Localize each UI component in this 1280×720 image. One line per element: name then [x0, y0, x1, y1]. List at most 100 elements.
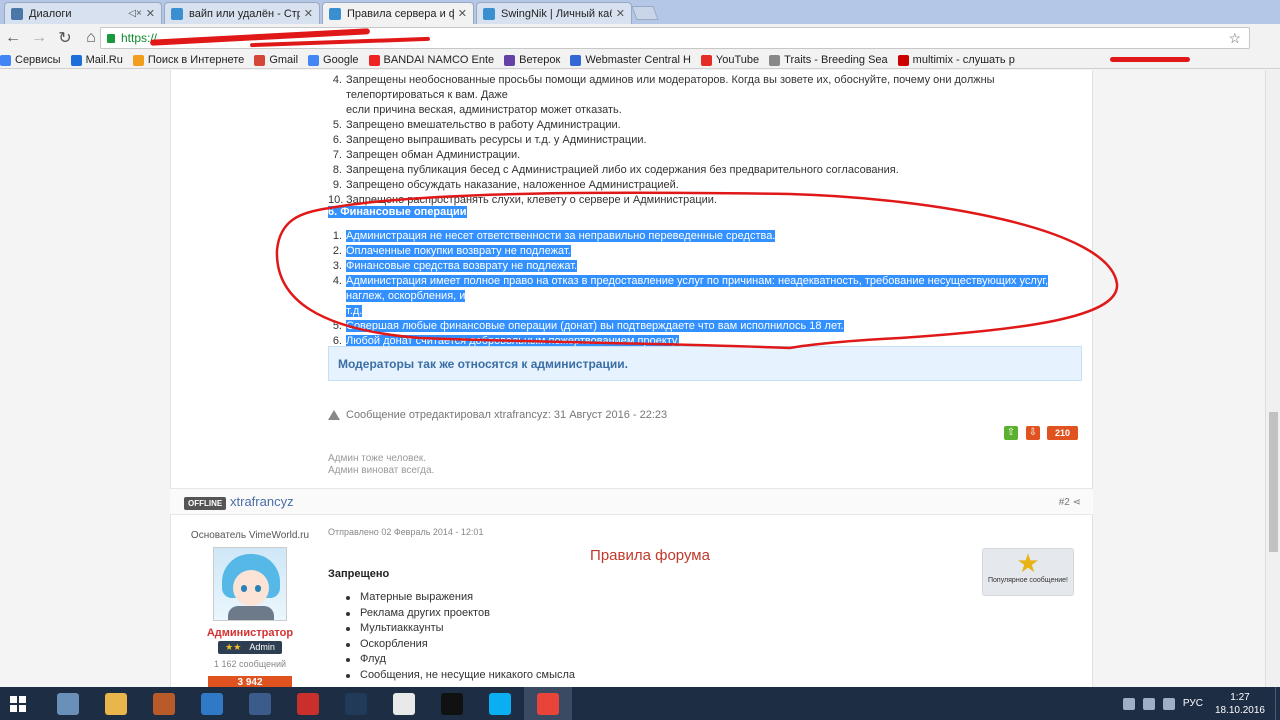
network-icon[interactable]: [1142, 697, 1155, 710]
bookmark-item[interactable]: YouTube: [700, 54, 760, 66]
show-desktop-button[interactable]: [1275, 687, 1280, 720]
item-text: Финансовые средства возврату не подлежат…: [346, 260, 578, 272]
bookmark-item[interactable]: Gmail: [254, 54, 298, 66]
taskbar-lol-app-button[interactable]: [236, 687, 284, 720]
item-text: Запрещены необоснованные просьбы помощи …: [346, 74, 995, 101]
bookmark-favicon-icon: [308, 54, 320, 66]
scrollbar-thumb[interactable]: [1269, 412, 1278, 552]
remote-app-icon: [201, 692, 223, 715]
bookmark-item[interactable]: Поиск в Интернете: [132, 54, 244, 66]
status-badge: OFFLINE: [184, 497, 227, 510]
list-item: 2. Оплаченные покупки возврату не подлежа…: [328, 244, 1088, 259]
popular-label: Популярное сообщение!: [988, 577, 1068, 584]
clock-time: 1:27: [1230, 691, 1250, 703]
tab-wipe[interactable]: вайп или удалён - Стра ✕: [164, 2, 320, 24]
page-scrollbar[interactable]: [1265, 70, 1280, 687]
item-text: Запрещено выпрашивать ресурсы и т.д. у А…: [346, 134, 647, 146]
reload-icon[interactable]: ↻: [52, 28, 78, 48]
forbidden-list: Матерные выражения Реклама других проект…: [346, 590, 575, 683]
vote-down-button[interactable]: ⇩: [1026, 426, 1040, 440]
tab-swingnik[interactable]: SwingNik | Личный каб ✕: [476, 2, 632, 24]
clock[interactable]: 1:27 18.10.2016: [1215, 691, 1265, 717]
back-arrow-icon[interactable]: ←: [0, 29, 26, 47]
author-title: Основатель VimeWorld.ru: [190, 530, 310, 541]
bookmark-item[interactable]: Ветерок: [504, 54, 560, 66]
tab-title: вайп или удалён - Стра: [189, 7, 300, 20]
start-button[interactable]: [0, 687, 36, 720]
tab-title: Правила сервера и фор: [347, 7, 454, 20]
forward-arrow-icon[interactable]: →: [26, 29, 52, 47]
taskbar-java-button[interactable]: [380, 687, 428, 720]
kaspersky-icon: [297, 692, 319, 715]
taskbar-remote-app-button[interactable]: [188, 687, 236, 720]
clock-date: 18.10.2016: [1214, 704, 1265, 716]
share-icon: ⋖: [1072, 497, 1081, 508]
item-number: 2.: [332, 245, 342, 257]
taskbar-explorer-button[interactable]: [92, 687, 140, 720]
taskbar-cmd-button[interactable]: [428, 687, 476, 720]
close-icon[interactable]: ✕: [616, 7, 625, 20]
taskbar-broom-app-button[interactable]: [140, 687, 188, 720]
author-username-link[interactable]: xtrafrancyz: [230, 494, 294, 509]
list-item: 3. Финансовые средства возврату не подлеж…: [328, 259, 1088, 274]
avatar-eye: [241, 585, 247, 592]
star-icon: ★★: [225, 642, 242, 652]
item-number: 4.: [332, 275, 342, 287]
taskbar-steam-button[interactable]: [332, 687, 380, 720]
new-tab-button[interactable]: [631, 6, 659, 20]
tab-dialogs[interactable]: Диалоги ◁× ✕: [4, 2, 162, 24]
lol-app-icon: [249, 692, 271, 715]
star-icon: ★: [1016, 548, 1040, 578]
rank-label: Admin: [249, 642, 275, 652]
item-text: Оплаченные покупки возврату не подлежат.: [346, 245, 571, 257]
forum-favicon-icon: [171, 7, 183, 20]
taskbar-kaspersky-button[interactable]: [284, 687, 332, 720]
item-text: Запрещено обсуждать наказание, наложенно…: [346, 179, 679, 191]
bookmark-item[interactable]: Mail.Ru: [70, 54, 123, 66]
close-icon[interactable]: ✕: [146, 7, 155, 20]
post-header: OFFLINE xtrafrancyz #2 ⋖: [170, 488, 1093, 515]
bookmark-item[interactable]: Webmaster Central H: [570, 54, 691, 66]
bookmark-item[interactable]: multimix - слушать р: [897, 54, 1015, 66]
bookmark-favicon-icon: [570, 54, 582, 66]
windows-taskbar: РУС 1:27 18.10.2016: [0, 687, 1280, 720]
list-item: Реклама других проектов: [346, 606, 575, 622]
taskbar-control-panel-button[interactable]: [44, 687, 92, 720]
language-indicator[interactable]: РУС: [1183, 698, 1203, 709]
signature: Админ тоже человек. Админ виноват всегда…: [328, 453, 434, 477]
bookmark-star-icon[interactable]: ☆: [1228, 30, 1241, 47]
list-item: 5. Совершая любые финансовые операции (до…: [328, 319, 1088, 334]
avatar-body: [228, 606, 274, 620]
edit-note-text: Сообщение отредактировал xtrafrancyz: 31…: [346, 409, 668, 421]
popular-post-badge: ★ Популярное сообщение!: [982, 548, 1074, 596]
taskbar-skype-button[interactable]: [476, 687, 524, 720]
browser-tab-bar: Диалоги ◁× ✕ вайп или удалён - Стра ✕ Пр…: [0, 0, 1280, 24]
author-role: Администратор: [206, 627, 294, 639]
tab-rules[interactable]: Правила сервера и фор ✕: [322, 2, 474, 24]
system-tray: РУС 1:27 18.10.2016: [1122, 687, 1280, 720]
bookmark-label: BANDAI NAMCO Ente: [383, 54, 495, 66]
speaker-muted-icon[interactable]: ◁×: [128, 8, 142, 19]
avatar[interactable]: [213, 547, 287, 621]
tab-title: Диалоги: [29, 7, 72, 20]
post-number-link[interactable]: #2 ⋖: [1059, 497, 1081, 508]
section-title-text: 6. Финансовые операции: [328, 206, 467, 218]
bookmark-item[interactable]: BANDAI NAMCO Ente: [368, 54, 495, 66]
bookmark-label: YouTube: [715, 54, 760, 66]
taskbar-chrome-button[interactable]: [524, 687, 572, 720]
list-item: 4. Запрещены необоснованные просьбы помощ…: [328, 73, 1088, 103]
close-icon[interactable]: ✕: [458, 7, 467, 20]
item-text: т.д.: [346, 305, 363, 317]
list-item: 6. Запрещено выпрашивать ресурсы и т.д. у…: [328, 133, 1088, 148]
tray-arrow-icon[interactable]: [1122, 697, 1135, 710]
bookmark-item[interactable]: Google: [308, 54, 359, 66]
list-item: 7. Запрещен обман Администрации.: [328, 148, 1088, 163]
item-text: Запрещено вмешательство в работу Админис…: [346, 119, 621, 131]
vote-up-button[interactable]: ⇧: [1004, 426, 1018, 440]
bookmark-item[interactable]: Сервисы: [0, 54, 61, 66]
close-icon[interactable]: ✕: [304, 7, 313, 20]
arrow-up-icon: ⇧: [1006, 427, 1016, 438]
list-item: Сообщения, не несущие никакого смысла: [346, 668, 575, 684]
bookmark-item[interactable]: Traits - Breeding Sea: [769, 54, 888, 66]
volume-icon[interactable]: [1162, 697, 1175, 710]
